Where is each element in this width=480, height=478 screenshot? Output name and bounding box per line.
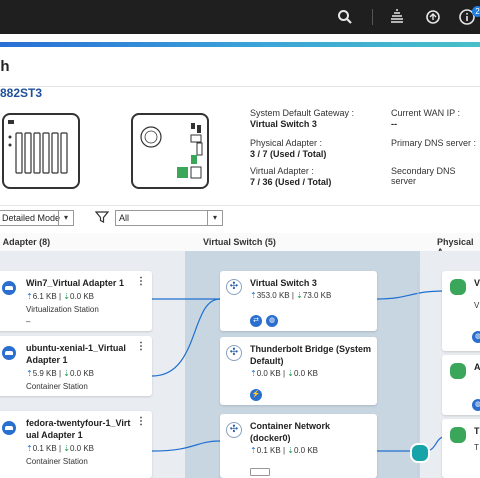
nas-rear-image	[131, 113, 209, 189]
globe-icon: ◍	[472, 331, 480, 343]
chevron-down-icon: ▾	[207, 211, 222, 225]
virtual-adapter-label: Virtual Adapter :	[250, 166, 314, 176]
adapter-name-cont: ual Adapter 1	[26, 430, 83, 440]
port-junction-icon	[410, 443, 430, 463]
view-mode-select[interactable]: Detailed Mode ▾	[0, 210, 74, 226]
adapter-source: Container Station	[26, 382, 88, 391]
physical-port-icon	[448, 277, 468, 297]
sync-icon[interactable]	[424, 8, 442, 26]
page-title: ch	[0, 58, 10, 75]
switch-name-cont: (docker0)	[250, 433, 291, 443]
more-options-icon[interactable]: ⋮	[136, 342, 146, 352]
title-bar	[0, 48, 480, 87]
virtual-adapter-card[interactable]: fedora-twentyfour-1_Virt ual Adapter 1 ⇡…	[0, 411, 152, 478]
gateway-value: Virtual Switch 3	[250, 119, 317, 129]
globe-icon: ◍	[472, 399, 480, 411]
stack-icon[interactable]	[388, 8, 406, 26]
adapter-traffic: ⇡6.1 KB | ⇣0.0 KB	[26, 292, 94, 301]
docker-icon	[250, 468, 270, 476]
nas-front-image	[2, 113, 80, 189]
switch-name: Virtual Switch 3	[250, 278, 317, 288]
adapter-traffic: ⇡0.1 KB | ⇣0.0 KB	[26, 444, 94, 453]
physical-adapter-card[interactable]: A ◍	[442, 355, 480, 415]
top-bar: 2	[0, 0, 480, 34]
gateway-label: System Default Gateway :	[250, 108, 355, 118]
wan-ip-value: --	[391, 119, 397, 129]
view-mode-value: Detailed Mode	[2, 213, 61, 223]
switch-traffic: ⇡0.0 KB | ⇣0.0 KB	[250, 369, 318, 378]
switch-icon: ✣	[226, 345, 242, 361]
more-options-icon[interactable]: ⋮	[136, 417, 146, 427]
physical-adapter-name: V	[474, 278, 480, 288]
device-model: 882ST3	[0, 86, 43, 100]
virtual-adapter-card[interactable]: Win7_Virtual Adapter 1 ⇡6.1 KB | ⇣0.0 KB…	[0, 271, 152, 331]
secondary-dns-label: Secondary DNS server	[391, 166, 456, 186]
adapter-source: Virtualization Station	[26, 305, 99, 314]
accent-stripe	[0, 42, 480, 47]
physical-adapter-card[interactable]: T T	[442, 419, 480, 478]
physical-adapter-card[interactable]: V V ◍	[442, 271, 480, 351]
adapter-name: ubuntu-xenial-1_Virtual	[26, 343, 126, 353]
wan-ip-label: Current WAN IP :	[391, 108, 461, 118]
adapter-traffic: ⇡5.9 KB | ⇣0.0 KB	[26, 369, 94, 378]
network-adapter-icon	[2, 281, 16, 295]
physical-port-icon	[448, 361, 468, 381]
search-icon[interactable]	[336, 8, 354, 26]
switch-name-cont: Default)	[250, 356, 284, 366]
physical-adapter-value: 3 / 7 (Used / Total)	[250, 149, 327, 159]
physical-adapter-name: A	[474, 362, 480, 372]
adapter-source: Container Station	[26, 457, 88, 466]
virtual-switch-card[interactable]: ✣ Container Network (docker0) ⇡0.1 KB | …	[220, 414, 377, 478]
adapter-extra: –	[26, 317, 31, 326]
virtual-switch-column-header: Virtual Switch (5)	[203, 237, 276, 247]
switch-name: Thunderbolt Bridge (System	[250, 344, 372, 354]
network-adapter-icon	[2, 421, 16, 435]
switch-traffic: ⇡0.1 KB | ⇣0.0 KB	[250, 446, 318, 455]
thunderbolt-icon: ⚡	[250, 389, 262, 401]
column-headers: l Adapter (8) Virtual Switch (5) Physica…	[0, 233, 480, 257]
primary-dns-label: Primary DNS server :	[391, 138, 477, 148]
topology-canvas[interactable]: Win7_Virtual Adapter 1 ⇡6.1 KB | ⇣0.0 KB…	[0, 251, 480, 478]
virtual-adapter-column-header: l Adapter (8)	[0, 237, 51, 247]
chevron-down-icon: ▾	[58, 211, 73, 225]
switch-traffic: ⇡353.0 KB | ⇣73.0 KB	[250, 291, 332, 300]
physical-adapter-sub: V	[474, 301, 480, 310]
virtual-switch-card[interactable]: ✣ Thunderbolt Bridge (System Default) ⇡0…	[220, 337, 377, 405]
physical-port-icon	[448, 425, 468, 445]
adapter-name: fedora-twentyfour-1_Virt	[26, 418, 131, 428]
adapter-name: Win7_Virtual Adapter 1	[26, 278, 124, 288]
physical-adapter-label: Physical Adapter :	[250, 138, 323, 148]
filter-select[interactable]: All ▾	[115, 210, 223, 226]
globe-icon: ◍	[266, 315, 278, 327]
switch-name: Container Network	[250, 421, 331, 431]
more-options-icon[interactable]: ⋮	[136, 277, 146, 287]
dhcp-icon: ⇄	[250, 315, 262, 327]
virtual-adapter-value: 7 / 36 (Used / Total)	[250, 177, 332, 187]
virtual-switch-card[interactable]: ✣ Virtual Switch 3 ⇡353.0 KB | ⇣73.0 KB …	[220, 271, 377, 331]
switch-icon: ✣	[226, 279, 242, 295]
toolbar-divider	[372, 9, 373, 25]
physical-adapter-name: T	[474, 426, 480, 436]
virtual-adapter-card[interactable]: ubuntu-xenial-1_Virtual Adapter 1 ⇡5.9 K…	[0, 336, 152, 396]
network-adapter-icon	[2, 346, 16, 360]
switch-icon: ✣	[226, 422, 242, 438]
filter-value: All	[119, 213, 130, 223]
adapter-name-cont: Adapter 1	[26, 355, 68, 365]
notification-badge: 2	[472, 6, 480, 17]
physical-adapter-sub: T	[474, 443, 479, 452]
filter-icon[interactable]	[94, 210, 110, 224]
